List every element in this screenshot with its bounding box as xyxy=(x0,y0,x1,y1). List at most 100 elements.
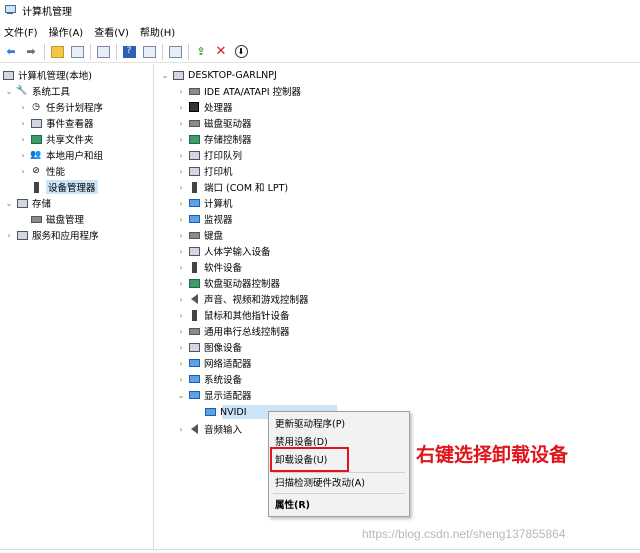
annotation-text: 右键选择卸载设备 xyxy=(416,444,569,466)
network-adapter-icon xyxy=(188,357,200,369)
tree-item-event-viewer[interactable]: › 事件查看器 xyxy=(18,115,94,131)
tree-item-services-apps[interactable]: › 服务和应用程序 xyxy=(4,227,99,243)
chevron-down-icon[interactable]: ⌄ xyxy=(176,391,186,400)
forward-arrow-icon[interactable]: ➡ xyxy=(23,44,39,60)
tools-icon: 🔧 xyxy=(16,85,28,96)
tree-item-disk-management[interactable]: 磁盘管理 xyxy=(30,211,84,227)
chevron-right-icon[interactable]: › xyxy=(176,295,186,304)
show-tree-icon[interactable] xyxy=(69,44,85,60)
menu-separator xyxy=(273,472,405,473)
computer-icon xyxy=(172,69,184,81)
chevron-right-icon[interactable]: › xyxy=(176,247,186,256)
menu-item-scan-hardware[interactable]: 扫描检测硬件改动(A) xyxy=(275,474,365,490)
chevron-right-icon[interactable]: › xyxy=(18,151,28,160)
device-category[interactable]: › 网络适配器 xyxy=(176,355,251,371)
tree-item-storage[interactable]: ⌄ 存储 xyxy=(4,195,51,211)
device-category[interactable]: › 图像设备 xyxy=(176,339,242,355)
chevron-right-icon[interactable]: › xyxy=(176,279,186,288)
device-category[interactable]: › 鼠标和其他指针设备 xyxy=(176,307,290,323)
chevron-right-icon[interactable]: › xyxy=(18,103,28,112)
chevron-right-icon[interactable]: › xyxy=(176,327,186,336)
device-category[interactable]: › 软盘驱动器控制器 xyxy=(176,275,280,291)
menu-file[interactable]: 文件(F) xyxy=(4,24,38,39)
chevron-down-icon[interactable]: ⌄ xyxy=(4,199,14,208)
chevron-right-icon[interactable]: › xyxy=(176,151,186,160)
tree-item-nvidia-gpu[interactable]: NVIDI xyxy=(204,404,247,420)
chevron-right-icon[interactable]: › xyxy=(176,343,186,352)
back-arrow-icon[interactable]: ⬅ xyxy=(3,44,19,60)
toolbar-separator xyxy=(90,43,91,60)
storage-controller-icon xyxy=(188,133,200,145)
uninstall-x-icon[interactable]: ✕ xyxy=(213,44,229,60)
device-category[interactable]: › 软件设备 xyxy=(176,259,242,275)
menu-help[interactable]: 帮助(H) xyxy=(140,24,175,39)
device-category[interactable]: › 监视器 xyxy=(176,211,232,227)
console-icon[interactable] xyxy=(141,44,157,60)
title-bar: 计算机管理 xyxy=(0,0,640,20)
chevron-right-icon[interactable]: › xyxy=(176,103,186,112)
device-category[interactable]: › 音频输入 xyxy=(176,421,242,437)
chevron-right-icon[interactable]: › xyxy=(176,119,186,128)
chevron-right-icon[interactable]: › xyxy=(176,311,186,320)
chevron-right-icon[interactable]: › xyxy=(176,375,186,384)
chevron-right-icon[interactable]: › xyxy=(176,215,186,224)
chevron-right-icon[interactable]: › xyxy=(176,183,186,192)
device-category[interactable]: › 通用串行总线控制器 xyxy=(176,323,289,339)
chevron-right-icon[interactable]: › xyxy=(176,231,186,240)
users-icon: 👥 xyxy=(30,149,42,160)
device-category[interactable]: › 处理器 xyxy=(176,99,233,115)
mouse-icon xyxy=(188,309,200,321)
tree-item-computer-management[interactable]: 计算机管理(本地) xyxy=(2,67,92,83)
tree-item-local-users[interactable]: › 👥 本地用户和组 xyxy=(18,147,103,163)
update-driver-icon[interactable]: ⇪ xyxy=(193,44,209,60)
toolbar-separator xyxy=(116,43,117,60)
tree-root-computer[interactable]: ⌄ DESKTOP-GARLNPJ xyxy=(160,67,277,83)
annotation-highlight-box xyxy=(270,447,349,472)
device-category[interactable]: › 键盘 xyxy=(176,227,223,243)
help-icon[interactable]: ? xyxy=(121,44,137,60)
tree-item-device-manager[interactable]: 设备管理器 xyxy=(30,179,98,195)
computer-management-icon xyxy=(4,4,16,16)
monitor-icon[interactable] xyxy=(167,44,183,60)
device-category[interactable]: › 磁盘驱动器 xyxy=(176,115,251,131)
menu-item-update-driver[interactable]: 更新驱动程序(P) xyxy=(275,415,345,431)
chevron-right-icon[interactable]: › xyxy=(176,167,186,176)
chevron-right-icon[interactable]: › xyxy=(176,87,186,96)
chevron-right-icon[interactable]: › xyxy=(18,167,28,176)
chevron-right-icon[interactable]: › xyxy=(176,135,186,144)
device-category[interactable]: › 打印队列 xyxy=(176,147,242,163)
device-category[interactable]: › 计算机 xyxy=(176,195,232,211)
properties-icon[interactable] xyxy=(95,44,111,60)
menu-item-properties[interactable]: 属性(R) xyxy=(275,496,310,512)
device-category[interactable]: › IDE ATA/ATAPI 控制器 xyxy=(176,83,301,99)
chevron-right-icon[interactable]: › xyxy=(176,359,186,368)
keyboard-icon xyxy=(188,229,200,241)
device-category[interactable]: › 人体学输入设备 xyxy=(176,243,271,259)
download-icon[interactable]: ⬇ xyxy=(233,44,249,60)
chevron-right-icon[interactable]: › xyxy=(4,231,14,240)
chevron-right-icon[interactable]: › xyxy=(18,135,28,144)
chevron-right-icon[interactable]: › xyxy=(176,263,186,272)
chevron-right-icon[interactable]: › xyxy=(18,119,28,128)
tree-item-task-scheduler[interactable]: › ◷ 任务计划程序 xyxy=(18,99,103,115)
services-icon xyxy=(16,229,28,241)
device-category[interactable]: ⌄ 显示适配器 xyxy=(176,387,252,403)
tree-item-performance[interactable]: › ⊘ 性能 xyxy=(18,163,65,179)
tree-item-shared-folders[interactable]: › 共享文件夹 xyxy=(18,131,94,147)
camera-icon xyxy=(188,341,200,353)
print-queue-icon xyxy=(188,149,200,161)
device-category[interactable]: › 端口 (COM 和 LPT) xyxy=(176,179,288,195)
device-category[interactable]: › 声音、视频和游戏控制器 xyxy=(176,291,309,307)
device-category[interactable]: › 存储控制器 xyxy=(176,131,252,147)
menu-action[interactable]: 操作(A) xyxy=(49,24,84,39)
usb-icon xyxy=(188,325,200,337)
chevron-right-icon[interactable]: › xyxy=(176,199,186,208)
device-category[interactable]: › 系统设备 xyxy=(176,371,242,387)
tree-item-system-tools[interactable]: ⌄ 🔧 系统工具 xyxy=(4,83,70,99)
chevron-down-icon[interactable]: ⌄ xyxy=(4,87,14,96)
up-folder-icon[interactable] xyxy=(49,44,65,60)
chevron-down-icon[interactable]: ⌄ xyxy=(160,71,170,80)
menu-view[interactable]: 查看(V) xyxy=(94,24,129,39)
chevron-right-icon[interactable]: › xyxy=(176,425,186,434)
device-category[interactable]: › 打印机 xyxy=(176,163,233,179)
